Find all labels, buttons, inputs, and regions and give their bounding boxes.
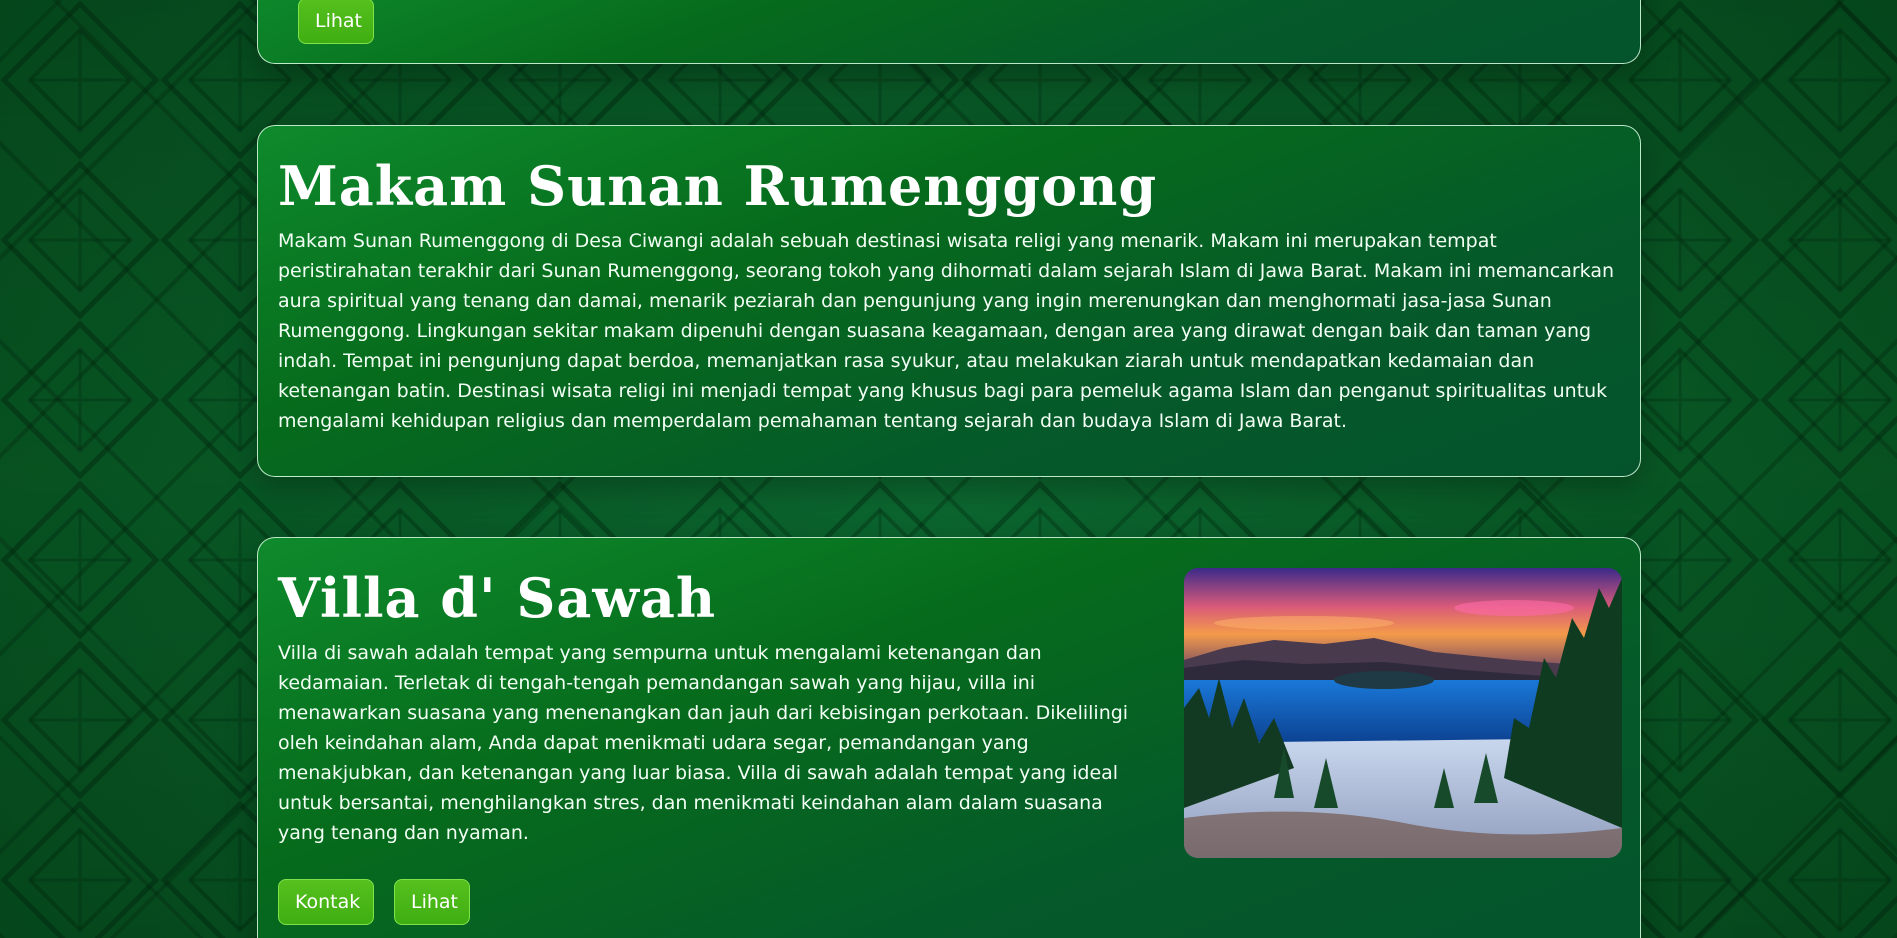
villa-photo	[1184, 568, 1622, 858]
view-button[interactable]: Lihat	[394, 879, 470, 925]
card-description: Villa di sawah adalah tempat yang sempur…	[278, 642, 1129, 844]
card-title: Villa d' Sawah	[278, 566, 717, 630]
destination-card-makam: Makam Sunan Rumenggong Makam Sunan Rumen…	[257, 125, 1641, 477]
view-button[interactable]: Lihat	[298, 0, 374, 44]
card-description: Makam Sunan Rumenggong di Desa Ciwangi a…	[278, 230, 1615, 432]
card-title: Makam Sunan Rumenggong	[278, 154, 1158, 218]
destination-card-villa: Villa d' Sawah Villa di sawah adalah tem…	[257, 537, 1641, 938]
destination-card-previous: Lihat	[257, 0, 1641, 64]
contact-button[interactable]: Kontak	[278, 879, 374, 925]
